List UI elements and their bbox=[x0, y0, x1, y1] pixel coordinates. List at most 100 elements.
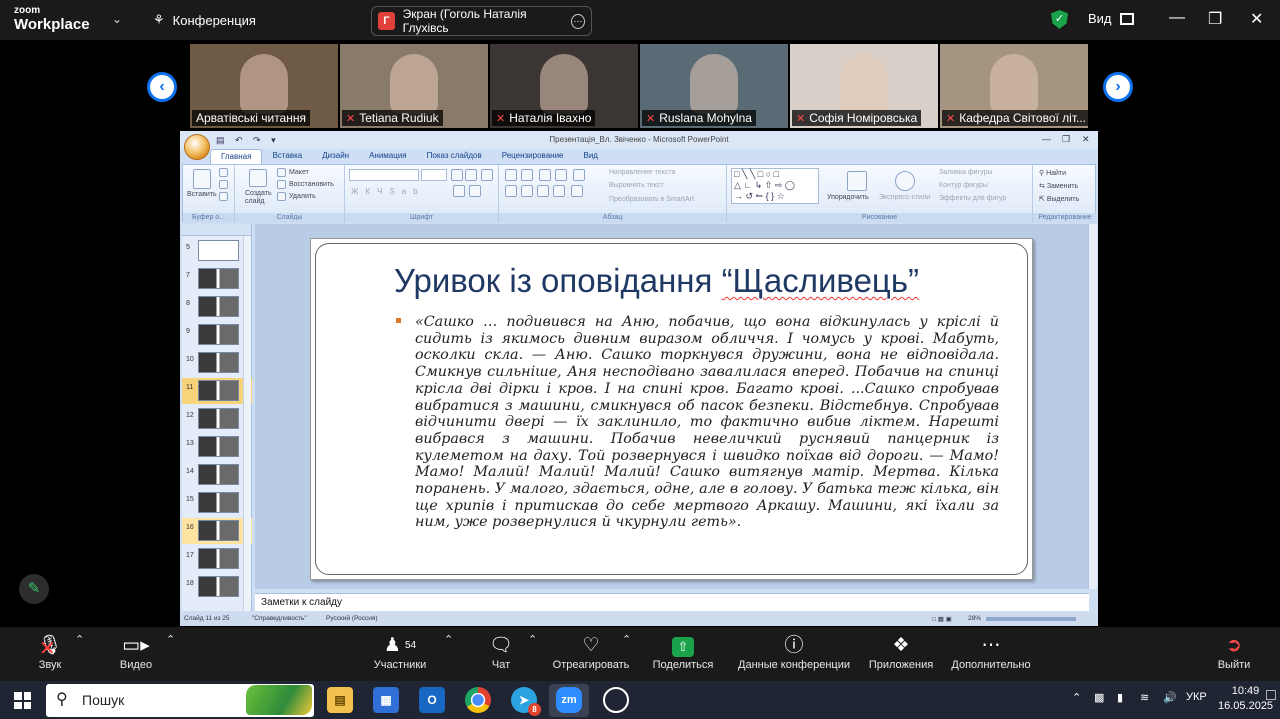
meeting-info-button[interactable]: ⓘ Данные конференции bbox=[735, 633, 853, 671]
participant-tile[interactable]: ✕ Кафедра Світової літ... bbox=[940, 44, 1088, 128]
ribbon-tab[interactable]: Рецензирование bbox=[492, 149, 574, 164]
increase-indent-icon[interactable] bbox=[555, 169, 567, 181]
windows-start-icon[interactable] bbox=[14, 692, 31, 709]
font-style-buttons[interactable]: ЖКЧSab bbox=[351, 187, 425, 196]
video-options-caret[interactable]: ⌃ bbox=[166, 633, 175, 646]
case-icon[interactable] bbox=[453, 185, 465, 197]
tray-app-icon[interactable]: ▩ bbox=[1094, 691, 1104, 704]
ribbon-tab[interactable]: Анимация bbox=[359, 149, 417, 164]
slide-thumbnail[interactable]: 10 bbox=[182, 350, 252, 376]
replace-button[interactable]: ⇆ Заменить bbox=[1039, 182, 1078, 190]
taskbar-search[interactable]: ⚲ Пошук bbox=[46, 684, 314, 717]
align-text-button[interactable]: Выровнять текст bbox=[609, 182, 664, 189]
shapes-gallery[interactable]: □ ╲ ╲ □ ○ □ △ ∟ ↳ ⇧ ⇨ ◯ → ↺ ↼ { } ☆ bbox=[731, 168, 819, 204]
slide-thumbnail[interactable]: 9 bbox=[182, 322, 252, 348]
audio-button[interactable]: 🎙 ✕ Звук bbox=[30, 633, 70, 671]
close-button[interactable]: ✕ bbox=[1250, 9, 1263, 29]
participants-options-caret[interactable]: ⌃ bbox=[444, 633, 453, 646]
chat-options-caret[interactable]: ⌃ bbox=[528, 633, 537, 646]
zoom-slider[interactable] bbox=[986, 617, 1076, 621]
wifi-icon[interactable]: ≋ bbox=[1140, 691, 1149, 704]
shape-effects-button[interactable]: Эффекты для фигур bbox=[939, 195, 1006, 202]
bullets-icon[interactable] bbox=[505, 169, 517, 181]
notification-icon[interactable]: □ bbox=[1266, 687, 1276, 705]
security-shield-icon[interactable]: ✓ bbox=[1051, 10, 1068, 29]
view-button[interactable]: Вид bbox=[1088, 11, 1134, 26]
new-slide-button[interactable]: Создать слайд bbox=[245, 190, 275, 206]
quick-styles-button[interactable]: Экспресс-стили bbox=[879, 194, 930, 201]
minimize-button[interactable]: — bbox=[1169, 9, 1185, 27]
shrink-font-icon[interactable] bbox=[465, 169, 477, 181]
slide-thumbnail[interactable]: 5 bbox=[182, 238, 252, 264]
justify-icon[interactable] bbox=[553, 185, 565, 197]
slide-notes[interactable]: Заметки к слайду bbox=[255, 593, 1089, 611]
cut-icon[interactable] bbox=[219, 168, 228, 177]
paste-button[interactable]: Вставить bbox=[187, 191, 217, 198]
system-clock[interactable]: 10:49 16.05.2025 bbox=[1218, 684, 1273, 714]
align-right-icon[interactable] bbox=[537, 185, 549, 197]
participant-tile[interactable]: ✕ Ruslana Mohylna bbox=[640, 44, 788, 128]
next-page-button[interactable]: › bbox=[1103, 72, 1133, 102]
grow-font-icon[interactable] bbox=[451, 169, 463, 181]
slide-title[interactable]: Уривок із оповідання “Щасливець” bbox=[394, 262, 919, 300]
audio-options-caret[interactable]: ⌃ bbox=[75, 633, 84, 646]
previous-page-button[interactable]: ‹ bbox=[147, 72, 177, 102]
smartart-button[interactable]: Преобразовать в SmartArt bbox=[609, 196, 694, 203]
chevron-down-icon[interactable]: ⌄ bbox=[112, 12, 122, 26]
decrease-indent-icon[interactable] bbox=[539, 169, 551, 181]
delete-button[interactable]: Удалить bbox=[289, 193, 316, 200]
slide-thumbnail[interactable]: 17 bbox=[182, 546, 252, 572]
video-button[interactable]: ▭▸ Видео bbox=[116, 633, 156, 671]
microsoft-store-icon[interactable]: ▦ bbox=[373, 687, 399, 713]
ppt-maximize-button[interactable]: ❐ bbox=[1062, 134, 1070, 145]
slide-thumbnail[interactable]: 11 bbox=[182, 378, 252, 404]
format-painter-icon[interactable] bbox=[219, 192, 228, 201]
participants-button[interactable]: ♟ 54 Участники bbox=[370, 633, 430, 671]
copy-icon[interactable] bbox=[219, 180, 228, 189]
participant-tile[interactable]: ✕ Tetiana Rudiuk bbox=[340, 44, 488, 128]
quick-access-toolbar[interactable]: ▤ ↶ ↷ ▾ bbox=[216, 135, 280, 146]
zoom-app-icon[interactable]: zm bbox=[556, 687, 582, 713]
font-color-icon[interactable] bbox=[469, 185, 481, 197]
align-center-icon[interactable] bbox=[521, 185, 533, 197]
layout-button[interactable]: Макет bbox=[289, 169, 309, 176]
maximize-button[interactable]: ❐ bbox=[1208, 9, 1222, 29]
more-button[interactable]: ⋯ Дополнительно bbox=[948, 633, 1034, 671]
panel-tabs[interactable] bbox=[182, 224, 251, 236]
new-slide-icon[interactable] bbox=[249, 169, 267, 187]
volume-icon[interactable]: 🔊 bbox=[1163, 691, 1177, 704]
select-button[interactable]: ⇱ Выделить bbox=[1039, 195, 1079, 203]
shape-fill-button[interactable]: Заливка фигуры bbox=[939, 169, 992, 176]
view-buttons[interactable]: □ ▦ ▣ bbox=[932, 615, 952, 623]
quick-styles-icon[interactable] bbox=[895, 171, 915, 191]
slide-thumbnail[interactable]: 16 bbox=[182, 518, 252, 544]
slide-thumbnail[interactable]: 13 bbox=[182, 434, 252, 460]
office-button[interactable] bbox=[184, 134, 210, 160]
participant-tile[interactable]: Арватівські читання bbox=[190, 44, 338, 128]
reset-button[interactable]: Восстановить bbox=[289, 181, 334, 188]
react-options-caret[interactable]: ⌃ bbox=[622, 633, 631, 646]
font-name-select[interactable] bbox=[349, 169, 419, 181]
file-explorer-icon[interactable]: ▤ bbox=[327, 687, 353, 713]
telegram-icon[interactable]: ➤ 8 bbox=[511, 687, 541, 716]
more-options-icon[interactable]: ⋯ bbox=[570, 13, 585, 29]
battery-icon[interactable]: ▮ bbox=[1117, 691, 1123, 704]
conference-menu[interactable]: ⚘ Конференция bbox=[153, 12, 256, 28]
annotate-pencil-icon[interactable]: ✎ bbox=[19, 574, 49, 604]
find-button[interactable]: ⚲ Найти bbox=[1039, 169, 1066, 177]
arrange-button[interactable]: Упорядочить bbox=[827, 194, 869, 201]
clear-format-icon[interactable] bbox=[481, 169, 493, 181]
paste-icon[interactable] bbox=[193, 169, 211, 189]
font-size-select[interactable] bbox=[421, 169, 447, 181]
slide-scrollbar[interactable] bbox=[1088, 224, 1097, 589]
arrange-icon[interactable] bbox=[847, 171, 867, 191]
align-left-icon[interactable] bbox=[505, 185, 517, 197]
slide-thumbnail[interactable]: 7 bbox=[182, 266, 252, 292]
text-direction-button[interactable]: Направление текста bbox=[609, 169, 675, 176]
language-indicator[interactable]: УКР bbox=[1186, 691, 1207, 703]
ppt-close-button[interactable]: ✕ bbox=[1082, 134, 1090, 145]
ribbon-tab[interactable]: Показ слайдов bbox=[417, 149, 492, 164]
panel-scrollbar[interactable] bbox=[243, 236, 251, 611]
react-button[interactable]: ♡ Отреагировать bbox=[550, 633, 632, 671]
columns-icon[interactable] bbox=[571, 185, 583, 197]
